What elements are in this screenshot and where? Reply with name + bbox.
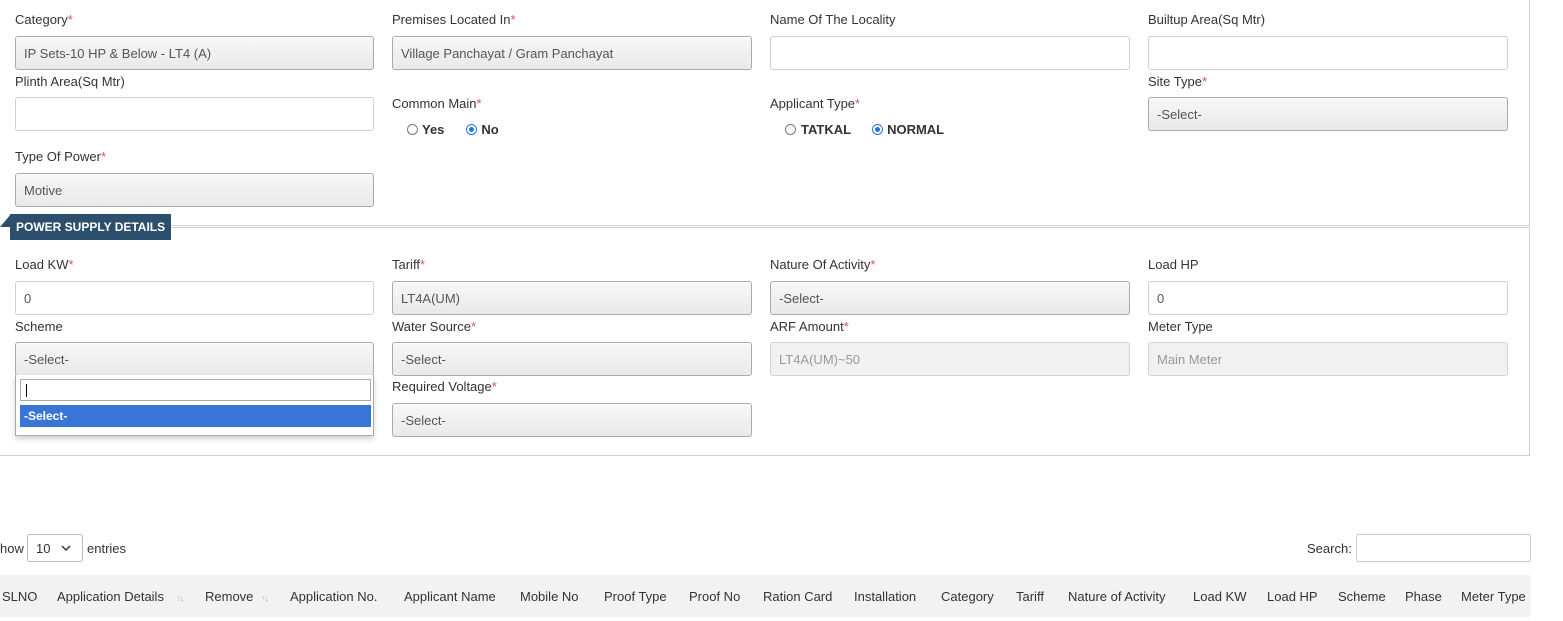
applicant-type-tatkal-radio[interactable]: [785, 124, 796, 135]
site-type-select[interactable]: -Select-: [1148, 97, 1508, 131]
common-main-no-radio[interactable]: [466, 124, 478, 135]
sort-icon[interactable]: ↑↓: [28, 593, 36, 603]
column-header-tariff[interactable]: Tariff: [1016, 589, 1044, 604]
applicant-type-normal-radio[interactable]: [872, 124, 884, 135]
tariff-label: Tariff*: [392, 257, 425, 272]
column-header-nature-of-activity[interactable]: Nature of Activity: [1068, 589, 1166, 604]
sort-icon[interactable]: ↑↓: [176, 593, 184, 603]
premises-select[interactable]: Village Panchayat / Gram Panchayat: [392, 36, 752, 70]
sort-icon[interactable]: ↑↓: [261, 593, 269, 603]
plinth-label: Plinth Area(Sq Mtr): [15, 74, 125, 89]
builtup-input[interactable]: [1148, 36, 1508, 70]
column-header-category[interactable]: Category: [941, 589, 994, 604]
column-header-proof-no[interactable]: Proof No: [689, 589, 740, 604]
required-voltage-select[interactable]: -Select-: [392, 403, 752, 437]
top-frame-bottom-border: [160, 225, 1530, 226]
type-of-power-select[interactable]: Motive: [15, 173, 374, 207]
applicant-type-radio-group: TATKAL NORMAL: [785, 122, 944, 137]
meter-type-label: Meter Type: [1148, 319, 1213, 334]
column-header-application-details[interactable]: Application Details: [57, 589, 164, 604]
site-type-label: Site Type*: [1148, 74, 1208, 89]
common-main-yes-label[interactable]: Yes: [422, 122, 444, 137]
category-select[interactable]: IP Sets-10 HP & Below - LT4 (A): [15, 36, 374, 70]
search-label: Search:: [1307, 541, 1352, 556]
arf-amount-input[interactable]: LT4A(UM)~50: [770, 342, 1130, 376]
required-voltage-label: Required Voltage*: [392, 379, 497, 394]
power-frame-right-border: [1529, 227, 1530, 456]
locality-input[interactable]: [770, 36, 1130, 70]
water-source-label: Water Source*: [392, 319, 477, 334]
applicant-type-normal-label[interactable]: NORMAL: [887, 122, 944, 137]
column-header-applicant-name[interactable]: Applicant Name: [404, 589, 496, 604]
show-entries-suffix: entries: [87, 541, 127, 556]
show-entries-prefix: how: [0, 541, 24, 556]
top-frame-right-border: [1529, 0, 1530, 225]
load-kw-label: Load KW*: [15, 257, 74, 272]
scheme-dropdown-panel: -Select-: [15, 375, 374, 436]
load-hp-input[interactable]: 0: [1148, 281, 1508, 315]
category-label: Category*: [15, 12, 73, 27]
common-main-radio-group: Yes No: [407, 122, 499, 137]
type-of-power-label: Type Of Power*: [15, 149, 107, 164]
applicant-type-label: Applicant Type*: [770, 96, 861, 111]
common-main-yes-radio[interactable]: [407, 124, 418, 135]
scheme-label: Scheme: [15, 319, 63, 334]
scheme-dropdown-search-input[interactable]: [20, 379, 371, 401]
locality-label: Name Of The Locality: [770, 12, 896, 27]
scheme-select[interactable]: -Select-: [15, 342, 374, 376]
column-header-meter-type[interactable]: Meter Type: [1461, 589, 1526, 604]
load-hp-label: Load HP: [1148, 257, 1199, 272]
column-header-ration-card[interactable]: Ration Card: [763, 589, 832, 604]
table-header-row: SLNO ↑↓ Application Details ↑↓ Remove ↑↓…: [0, 575, 1531, 617]
power-frame-top-border: [160, 227, 1530, 228]
column-header-application-no[interactable]: Application No.: [290, 589, 377, 604]
column-header-mobile-no[interactable]: Mobile No: [520, 589, 579, 604]
column-header-phase[interactable]: Phase: [1405, 589, 1442, 604]
water-source-select[interactable]: -Select-: [392, 342, 752, 376]
premises-label: Premises Located In*: [392, 12, 516, 27]
plinth-input[interactable]: [15, 97, 374, 131]
column-header-remove[interactable]: Remove: [205, 589, 253, 604]
table-search-input[interactable]: [1356, 534, 1531, 562]
chevron-down-icon: [61, 544, 71, 551]
scheme-dropdown-option[interactable]: -Select-: [20, 405, 371, 427]
column-header-load-kw[interactable]: Load KW: [1193, 589, 1246, 604]
text-caret: [26, 384, 27, 397]
column-header-scheme[interactable]: Scheme: [1338, 589, 1386, 604]
load-kw-input[interactable]: 0: [15, 281, 374, 315]
column-header-load-hp[interactable]: Load HP: [1267, 589, 1318, 604]
column-header-installation[interactable]: Installation: [854, 589, 916, 604]
nature-of-activity-label: Nature Of Activity*: [770, 257, 876, 272]
common-main-label: Common Main*: [392, 96, 482, 111]
entries-length-select[interactable]: 10: [27, 534, 83, 562]
tariff-select[interactable]: LT4A(UM): [392, 281, 752, 315]
column-header-proof-type[interactable]: Proof Type: [604, 589, 667, 604]
arf-amount-label: ARF Amount*: [770, 319, 849, 334]
meter-type-input[interactable]: Main Meter: [1148, 342, 1508, 376]
nature-of-activity-select[interactable]: -Select-: [770, 281, 1130, 315]
common-main-no-label[interactable]: No: [481, 122, 498, 137]
section-title-power-supply: POWER SUPPLY DETAILS: [10, 214, 172, 240]
applicant-type-tatkal-label[interactable]: TATKAL: [801, 122, 851, 137]
builtup-label: Builtup Area(Sq Mtr): [1148, 12, 1266, 27]
power-frame-bottom-border: [0, 455, 1530, 456]
